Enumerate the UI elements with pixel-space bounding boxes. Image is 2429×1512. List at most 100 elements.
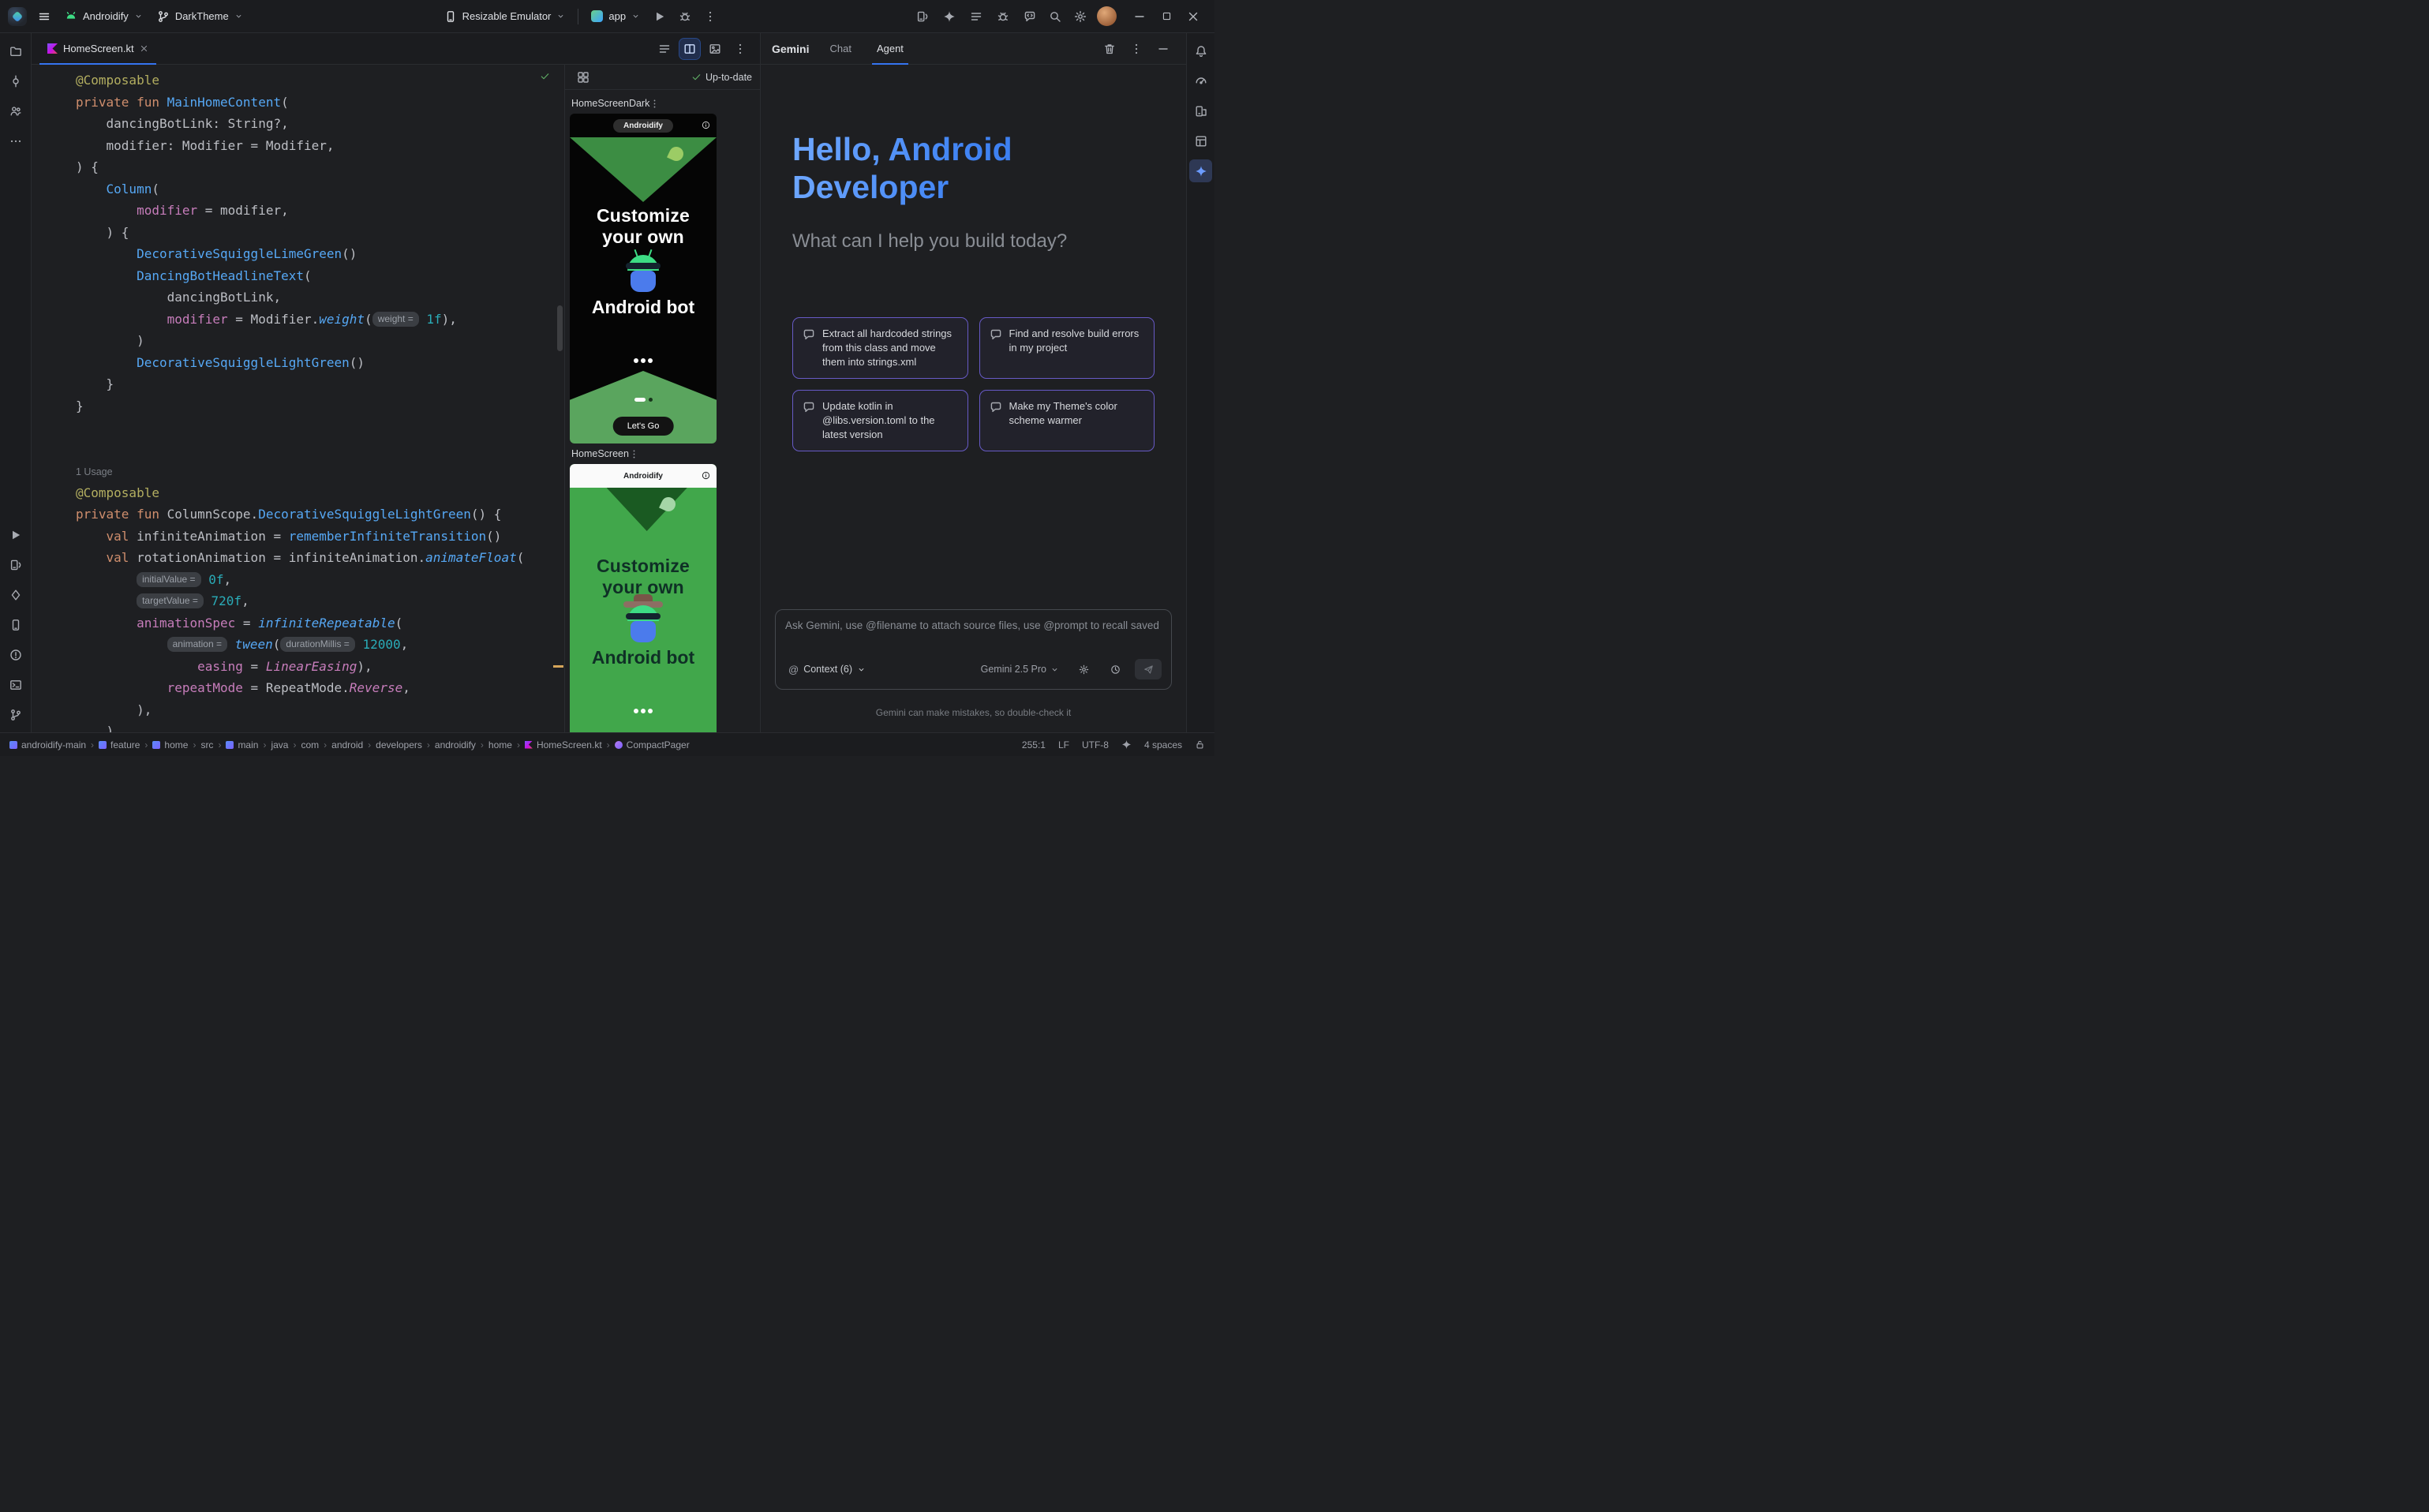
running-devices-tool-button[interactable] bbox=[4, 553, 27, 576]
code-editor[interactable]: @Composableprivate fun MainHomeContent( … bbox=[32, 65, 564, 732]
lets-go-button[interactable]: Let's Go bbox=[613, 417, 674, 436]
breadcrumb-item[interactable]: androidify-main bbox=[9, 739, 86, 750]
code-line bbox=[76, 417, 564, 439]
caret-position[interactable]: 255:1 bbox=[1022, 739, 1046, 750]
send-button[interactable] bbox=[1135, 659, 1162, 679]
build-variants-tool-button[interactable] bbox=[4, 583, 27, 606]
breadcrumb-item[interactable]: feature bbox=[99, 739, 140, 750]
gemini-suggestion-card[interactable]: Update kotlin in @libs.version.toml to t… bbox=[792, 390, 968, 451]
gemini-suggestion-card[interactable]: Make my Theme's color scheme warmer bbox=[979, 390, 1155, 451]
terminal-tool-button[interactable] bbox=[4, 673, 27, 696]
editor-tab-homescreen[interactable]: HomeScreen.kt bbox=[39, 33, 156, 64]
device-explorer-tool-button[interactable] bbox=[1189, 99, 1212, 122]
run-tool-button[interactable] bbox=[4, 523, 27, 546]
check-icon bbox=[540, 71, 550, 81]
profiler-tool-button[interactable] bbox=[1189, 69, 1212, 92]
view-mode-design-button[interactable] bbox=[705, 39, 725, 59]
prompt-history-button[interactable] bbox=[1103, 657, 1127, 681]
breadcrumb-item[interactable]: android bbox=[331, 739, 363, 750]
layout-inspector-tool-button[interactable] bbox=[1189, 129, 1212, 152]
chevron-down-icon bbox=[857, 665, 866, 674]
code-line: 1 Usage bbox=[76, 460, 564, 482]
tab-close-button[interactable] bbox=[140, 44, 148, 53]
gemini-star-icon[interactable] bbox=[1121, 739, 1132, 750]
hide-panel-button[interactable] bbox=[1151, 37, 1175, 61]
gemini-tool-button[interactable] bbox=[1189, 159, 1212, 182]
branch-selector[interactable]: DarkTheme bbox=[151, 6, 249, 27]
breadcrumb-item[interactable]: main bbox=[226, 739, 258, 750]
breadcrumb-item[interactable]: home bbox=[488, 739, 512, 750]
view-mode-split-button[interactable] bbox=[679, 39, 700, 59]
code-line bbox=[76, 439, 564, 461]
gemini-assist-button[interactable] bbox=[938, 5, 961, 28]
gemini-suggestion-card[interactable]: Find and resolve build errors in my proj… bbox=[979, 317, 1155, 379]
clear-chat-button[interactable] bbox=[1098, 37, 1121, 61]
code-content[interactable]: @Composableprivate fun MainHomeContent( … bbox=[32, 65, 564, 732]
breadcrumb-item[interactable]: androidify bbox=[435, 739, 476, 750]
more-tool-windows-tool-button[interactable] bbox=[4, 129, 27, 152]
preview-phone-homescreendark[interactable]: Androidify Customize your own bbox=[570, 114, 717, 443]
ai-debug-button[interactable] bbox=[991, 5, 1015, 28]
breadcrumb-item[interactable]: CompactPager bbox=[615, 739, 690, 750]
breadcrumb-item[interactable]: com bbox=[301, 739, 319, 750]
preview-more-button[interactable] bbox=[629, 449, 639, 459]
device-manager-tool-button[interactable] bbox=[4, 613, 27, 636]
preview-build-status: Up-to-date bbox=[691, 72, 752, 83]
project-folder-tool-button[interactable] bbox=[4, 39, 27, 62]
gemini-more-button[interactable] bbox=[1125, 37, 1148, 61]
preview-more-button[interactable] bbox=[649, 99, 660, 109]
running-devices-button[interactable] bbox=[911, 5, 934, 28]
user-avatar[interactable] bbox=[1097, 6, 1117, 26]
breadcrumb-item[interactable]: developers bbox=[376, 739, 422, 750]
project-selector[interactable]: Androidify bbox=[58, 6, 149, 27]
breadcrumb-item[interactable]: home bbox=[152, 739, 188, 750]
todo-list-button[interactable] bbox=[964, 5, 988, 28]
maximize-button[interactable] bbox=[1153, 5, 1180, 28]
search-everywhere-button[interactable] bbox=[1043, 5, 1067, 28]
gemini-suggestion-card[interactable]: Extract all hardcoded strings from this … bbox=[792, 317, 968, 379]
breadcrumb-item[interactable]: java bbox=[271, 739, 288, 750]
pull-requests-tool-button[interactable] bbox=[4, 99, 27, 122]
context-selector[interactable]: @ Context (6) bbox=[785, 662, 869, 677]
run-button[interactable] bbox=[648, 5, 672, 28]
gemini-greeting: Hello, Android Developer bbox=[792, 131, 1155, 207]
preview-list[interactable]: HomeScreenDark Androidify Customize bbox=[565, 90, 760, 732]
scrollbar-thumb[interactable] bbox=[557, 305, 563, 351]
main-menu-button[interactable] bbox=[32, 6, 57, 27]
view-mode-code-button[interactable] bbox=[654, 39, 675, 59]
prompt-settings-button[interactable] bbox=[1072, 657, 1095, 681]
commit-tool-button[interactable] bbox=[4, 69, 27, 92]
tab-agent[interactable]: Agent bbox=[872, 33, 908, 64]
code-review-chat-button[interactable] bbox=[1018, 5, 1042, 28]
kebab-menu-icon bbox=[1130, 43, 1143, 55]
minimize-button[interactable] bbox=[1126, 5, 1153, 28]
indent-setting[interactable]: 4 spaces bbox=[1144, 739, 1182, 750]
editor-scrollbar[interactable] bbox=[556, 65, 563, 732]
decorative-triangle bbox=[607, 488, 687, 531]
notifications-tool-button[interactable] bbox=[1189, 39, 1212, 62]
file-encoding[interactable]: UTF-8 bbox=[1082, 739, 1109, 750]
tab-chat[interactable]: Chat bbox=[825, 33, 855, 64]
version-control-tool-button[interactable] bbox=[4, 703, 27, 726]
run-configuration-selector[interactable]: app bbox=[585, 6, 646, 26]
inspections-ok-icon[interactable] bbox=[540, 71, 550, 84]
breadcrumb: androidify-main›feature›home›src›main›ja… bbox=[9, 739, 690, 750]
preview-gallery-button[interactable] bbox=[573, 67, 593, 88]
breadcrumb-item[interactable]: src bbox=[200, 739, 213, 750]
line-separator[interactable]: LF bbox=[1058, 739, 1069, 750]
close-button[interactable] bbox=[1180, 5, 1207, 28]
debug-button[interactable] bbox=[673, 5, 697, 28]
gemini-prompt-input[interactable]: Ask Gemini, use @filename to attach sour… bbox=[775, 609, 1172, 690]
model-selector[interactable]: Gemini 2.5 Pro bbox=[976, 663, 1064, 676]
device-selector[interactable]: Resizable Emulator bbox=[438, 6, 572, 27]
problems-tool-button[interactable] bbox=[4, 643, 27, 666]
settings-button[interactable] bbox=[1069, 5, 1092, 28]
kotlin-file-icon bbox=[47, 43, 58, 54]
editor-more-button[interactable] bbox=[730, 39, 750, 59]
breadcrumb-item[interactable]: HomeScreen.kt bbox=[525, 739, 602, 750]
more-run-options-button[interactable] bbox=[698, 5, 722, 28]
chevron-down-icon bbox=[134, 12, 143, 21]
breadcrumb-separator: › bbox=[481, 739, 484, 750]
preview-phone-homescreen[interactable]: Androidify Customize your own bbox=[570, 464, 717, 732]
lock-icon[interactable] bbox=[1195, 739, 1205, 750]
